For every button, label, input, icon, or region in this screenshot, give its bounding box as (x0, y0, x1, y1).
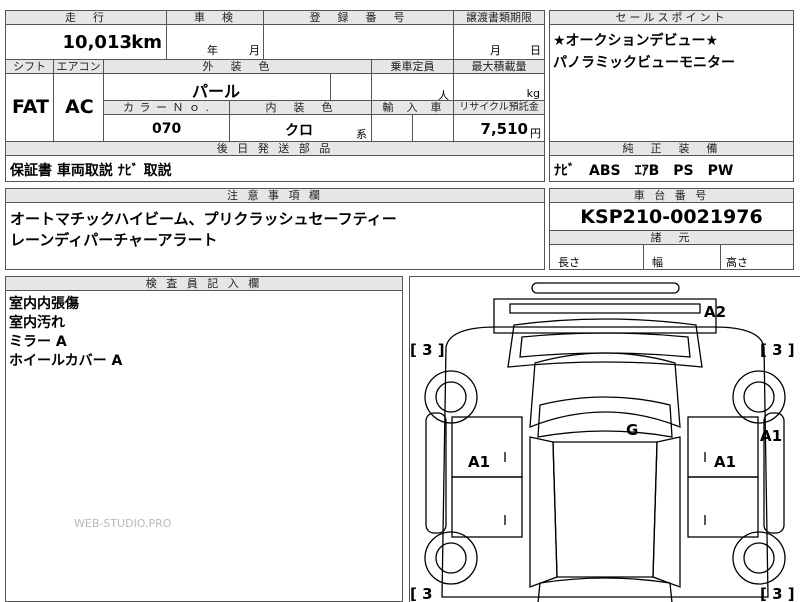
watermark: WEB-STUDIO.PRO (74, 517, 172, 530)
inspection-year-unit: 年 (207, 44, 218, 57)
color-no-cell: 070 (103, 114, 230, 142)
transfer-month-unit: 月 (490, 44, 501, 57)
inspector-cell: 室内内張傷 室内汚れ ミラー A ホイールカバー A WEB-STUDIO.PR… (5, 290, 403, 602)
exterior-color-cell: パール (103, 73, 331, 101)
capacity-unit: 人 (438, 89, 449, 101)
capacity-cell: 人 (371, 73, 454, 101)
exterior-color-sub-cell (330, 73, 372, 101)
interior-color-suffix: 系 (356, 128, 367, 141)
mileage-unit: km (131, 32, 162, 53)
car-diagram-panel: A2 G A1 A1 A1 [ 3 ] [ 3 ] [ 3 [ 3 ] (409, 276, 800, 602)
mark-right-side-a1: A1 (760, 427, 782, 445)
chassis-cell: KSP210-0021976 (549, 202, 794, 231)
mileage-cell: 10,013 km (5, 24, 167, 60)
dimension-length-label: 長さ (558, 256, 580, 269)
recycle-unit: 円 (530, 127, 541, 140)
sales-point-2: パノラミックビューモニター (553, 55, 735, 71)
car-diagram: A2 G A1 A1 A1 [ 3 ] [ 3 ] [ 3 [ 3 ] (410, 282, 795, 602)
color-no-header: カ ラ ー Ｎ ｏ . (103, 100, 230, 115)
later-parts-cell: 保証書 車両取説 ﾅﾋﾞ 取説 (5, 155, 545, 182)
dimension-length-cell: 長さ (549, 244, 644, 270)
interior-color-value: クロ (285, 123, 313, 139)
import-cell-b (412, 114, 454, 142)
mark-center-g: G (626, 421, 638, 439)
tire-front-left-grade: [ 3 ] (410, 341, 445, 359)
notes-cell: オートマチックハイビーム、プリクラッシュセーフティー レーンディパーチャーアラー… (5, 202, 545, 270)
transfer-day-unit: 日 (530, 44, 541, 57)
dimension-width-cell: 幅 (643, 244, 721, 270)
shift-cell: FAT (5, 73, 54, 142)
genuine-equipment-cell: ﾅﾋﾞ ABS ｴｱB PS PW (549, 155, 794, 182)
notes-header: 注 意 事 項 欄 (5, 188, 545, 203)
mileage-header: 走 行 (5, 10, 167, 25)
mileage-value: 10,013 (62, 32, 132, 53)
interior-color-cell: クロ 系 (229, 114, 372, 142)
registration-header: 登 録 番 号 (263, 10, 454, 25)
dimension-width-label: 幅 (652, 256, 663, 269)
transfer-deadline-header: 譲渡書類期限 (453, 10, 545, 25)
inspector-line-4: ホイールカバー A (9, 353, 123, 369)
sales-points-cell: ★オークションデビュー★ パノラミックビューモニター (549, 24, 794, 142)
exterior-color-header: 外 装 色 (103, 59, 372, 74)
tire-front-right-grade: [ 3 ] (760, 341, 795, 359)
tire-rear-left-grade: [ 3 (410, 585, 433, 602)
shift-value: FAT (12, 96, 49, 118)
recycle-value: 7,510 (480, 120, 528, 138)
chassis-number: KSP210-0021976 (580, 206, 763, 228)
sales-points-header: セールスポイント (549, 10, 794, 25)
mark-left-door-a1: A1 (468, 453, 490, 471)
transfer-deadline-cell: 月 日 (453, 24, 545, 60)
inspector-line-3: ミラー A (9, 334, 67, 350)
recycle-header: リサイクル預託金 (453, 100, 545, 115)
max-load-header: 最大積載量 (453, 59, 545, 74)
dimension-height-label: 高さ (726, 256, 748, 269)
genuine-equipment-header: 純 正 装 備 (549, 141, 794, 156)
inspector-header: 検 査 員 記 入 欄 (5, 276, 403, 291)
color-no-value: 070 (152, 121, 182, 137)
import-header: 輸 入 車 (371, 100, 454, 115)
sales-point-1: ★オークションデビュー★ (553, 33, 719, 49)
inspection-month-unit: 月 (249, 44, 260, 57)
mark-front-a2: A2 (704, 303, 726, 321)
max-load-unit: kg (526, 87, 540, 100)
ac-header: エアコン (53, 59, 104, 74)
max-load-cell: kg (453, 73, 545, 101)
tire-rear-right-grade: [ 3 ] (760, 585, 795, 602)
import-cell-a (371, 114, 413, 142)
notes-line-2: レーンディパーチャーアラート (10, 231, 218, 249)
later-parts-value: 保証書 車両取説 ﾅﾋﾞ 取説 (10, 163, 172, 179)
ac-cell: AC (53, 73, 104, 142)
exterior-color-value: パール (192, 82, 241, 101)
genuine-equipment-value: ﾅﾋﾞ ABS ｴｱB PS PW (554, 163, 734, 179)
inspection-cell: 年 月 (166, 24, 264, 60)
capacity-header: 乗車定員 (371, 59, 454, 74)
notes-line-1: オートマチックハイビーム、プリクラッシュセーフティー (10, 210, 397, 228)
interior-color-header: 内 装 色 (229, 100, 372, 115)
chassis-header: 車 台 番 号 (549, 188, 794, 203)
inspector-line-2: 室内汚れ (9, 315, 65, 331)
shift-header: シフト (5, 59, 54, 74)
later-parts-header: 後 日 発 送 部 品 (5, 141, 545, 156)
inspector-line-1: 室内内張傷 (9, 296, 79, 312)
dimensions-header: 諸 元 (549, 230, 794, 245)
ac-value: AC (65, 96, 94, 118)
inspection-header: 車 検 (166, 10, 264, 25)
registration-cell (263, 24, 454, 60)
dimension-height-cell: 高さ (720, 244, 794, 270)
mark-right-door-a1: A1 (714, 453, 736, 471)
recycle-cell: 7,510 円 (453, 114, 545, 142)
